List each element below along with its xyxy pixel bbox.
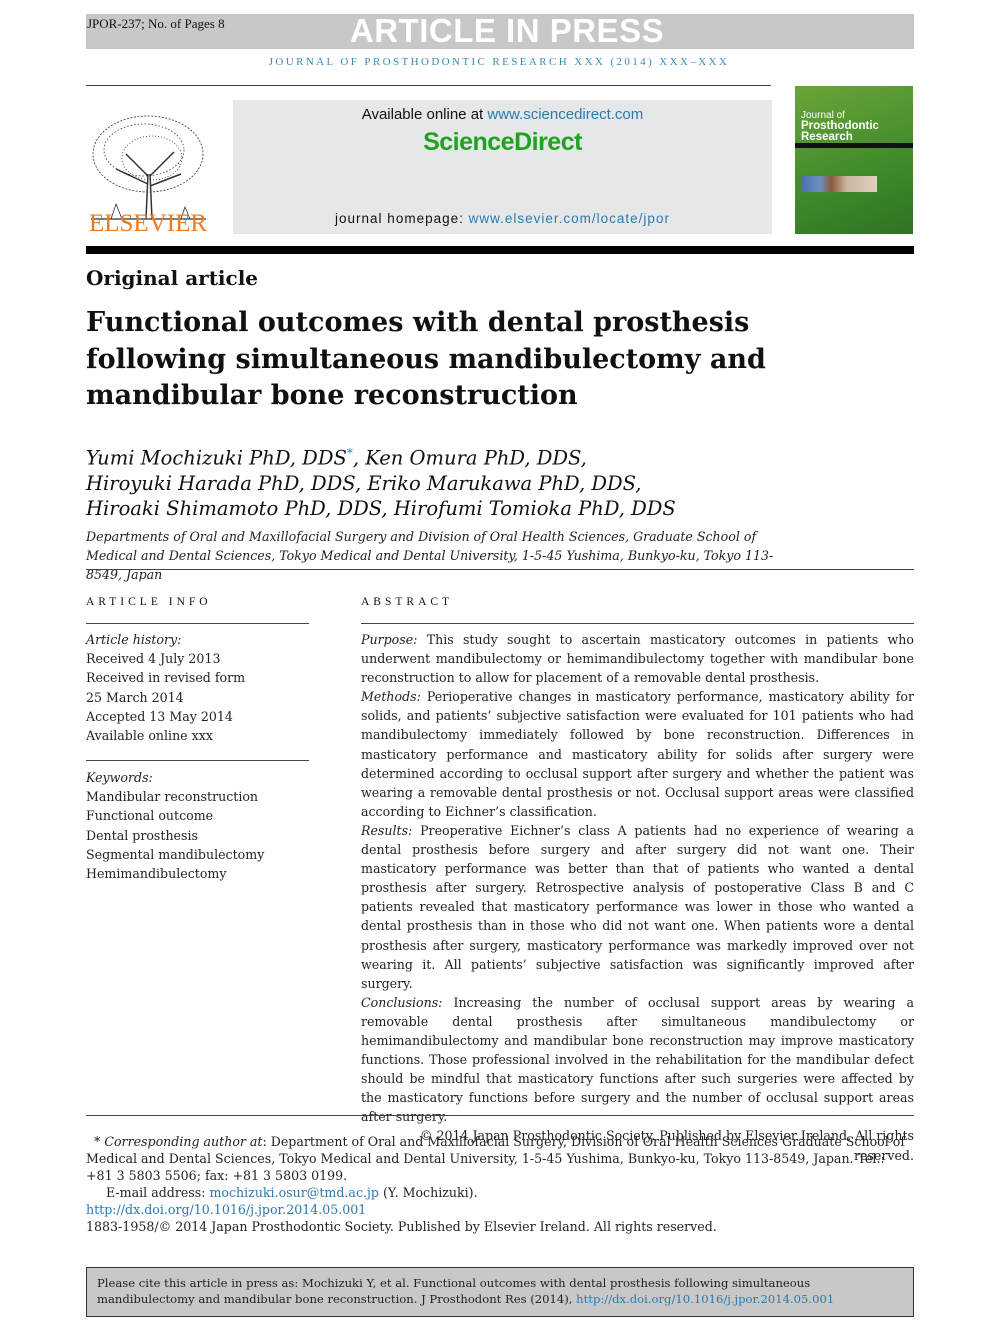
section-label: Methods:	[361, 689, 421, 705]
keywords-label: Keywords:	[86, 770, 153, 785]
article-type: Original article	[86, 266, 259, 290]
abstract-conclusions: Conclusions: Increasing the number of oc…	[361, 993, 914, 1127]
divider	[86, 623, 309, 624]
footnotes: * Corresponding author at: Department of…	[86, 1133, 914, 1235]
section-text: Increasing the number of occlusal suppor…	[361, 994, 914, 1125]
citation-box: Please cite this article in press as: Mo…	[86, 1267, 914, 1317]
email-link[interactable]: mochizuki.osur@tmd.ac.jp	[209, 1185, 379, 1200]
divider	[86, 1115, 914, 1116]
divider	[86, 569, 914, 570]
history-item: Available online xxx	[86, 728, 213, 744]
history-item: 25 March 2014	[86, 689, 184, 705]
divider	[361, 623, 914, 624]
author: Hiroyuki Harada PhD, DDS, Eriko Marukawa…	[86, 471, 642, 495]
section-label: Purpose:	[361, 632, 418, 647]
citation-doi-link[interactable]: http://dx.doi.org/10.1016/j.jpor.2014.05…	[576, 1292, 834, 1306]
history-item: Accepted 13 May 2014	[86, 708, 233, 724]
journal-cover-image: Journal of Prosthodontic Research	[795, 86, 913, 234]
email-name: (Y. Mochizuki).	[378, 1185, 478, 1200]
article-title: Functional outcomes with dental prosthes…	[86, 307, 766, 411]
article-info-heading: ARTICLE INFO	[86, 596, 212, 608]
sciencedirect-box: Available online at www.sciencedirect.co…	[233, 100, 772, 234]
cover-bar	[795, 143, 913, 148]
elsevier-logo-text: ELSEVIER	[88, 210, 208, 237]
journal-line: JOURNAL OF PROSTHODONTIC RESEARCH XXX (2…	[268, 56, 730, 68]
divider	[86, 760, 309, 761]
abstract-heading: ABSTRACT	[361, 596, 454, 608]
section-text: This study sought to ascertain masticato…	[361, 632, 914, 686]
affiliation: Departments of Oral and Maxillofacial Su…	[86, 529, 774, 582]
history-item: Received in revised form	[86, 670, 246, 686]
thick-divider	[86, 246, 914, 254]
abstract-results: Results: Preoperative Eichner’s class A …	[361, 821, 914, 993]
history-label: Article history:	[86, 632, 182, 647]
keyword: Mandibular reconstruction	[86, 789, 259, 805]
email-label: E-mail address:	[106, 1185, 210, 1200]
sciencedirect-logo: ScienceDirect	[423, 128, 582, 156]
available-online: Available online at www.sciencedirect.co…	[233, 106, 772, 123]
abstract-purpose: Purpose: This study sought to ascertain …	[361, 630, 914, 687]
article-history: Article history: Received 4 July 2013 Re…	[86, 630, 311, 745]
homepage-link[interactable]: www.elsevier.com/locate/jpor	[469, 211, 670, 226]
section-label: Results:	[361, 822, 413, 838]
footnote-marker: *	[94, 1134, 101, 1149]
divider	[86, 85, 771, 86]
sciencedirect-link[interactable]: www.sciencedirect.com	[487, 106, 643, 123]
section-text: Preoperative Eichner’s class A patients …	[361, 822, 914, 991]
keyword: Functional outcome	[86, 808, 214, 824]
email-line: E-mail address: mochizuki.osur@tmd.ac.jp…	[86, 1184, 914, 1201]
section-text: Perioperative changes in masticatory per…	[361, 689, 914, 819]
author: , Ken Omura PhD, DDS,	[352, 446, 587, 470]
corr-label: Corresponding author at	[104, 1134, 263, 1149]
homepage-label: journal homepage:	[335, 211, 469, 226]
keywords: Keywords: Mandibular reconstruction Func…	[86, 768, 311, 883]
author: Hiroaki Shimamoto PhD, DDS, Hirofumi Tom…	[86, 496, 676, 520]
keyword: Segmental mandibulectomy	[86, 846, 265, 862]
section-label: Conclusions:	[361, 994, 443, 1010]
keyword: Dental prosthesis	[86, 827, 198, 843]
banner-text: ARTICLE IN PRESS	[349, 12, 665, 49]
issn-copyright: 1883-1958/© 2014 Japan Prosthodontic Soc…	[86, 1219, 717, 1234]
author: Yumi Mochizuki PhD, DDS	[86, 446, 347, 470]
history-item: Received 4 July 2013	[86, 651, 221, 667]
doi-link[interactable]: http://dx.doi.org/10.1016/j.jpor.2014.05…	[86, 1202, 366, 1217]
journal-homepage: journal homepage: www.elsevier.com/locat…	[233, 211, 772, 226]
keyword: Hemimandibulectomy	[86, 866, 227, 882]
cover-title: Research	[801, 131, 853, 143]
abstract-methods: Methods: Perioperative changes in mastic…	[361, 687, 914, 821]
abstract-body: Purpose: This study sought to ascertain …	[361, 630, 914, 1165]
cover-photos	[801, 176, 877, 192]
corresponding-author-note: * Corresponding author at: Department of…	[86, 1133, 914, 1184]
author-list: Yumi Mochizuki PhD, DDS*, Ken Omura PhD,…	[86, 441, 846, 521]
available-label: Available online at	[361, 106, 488, 123]
